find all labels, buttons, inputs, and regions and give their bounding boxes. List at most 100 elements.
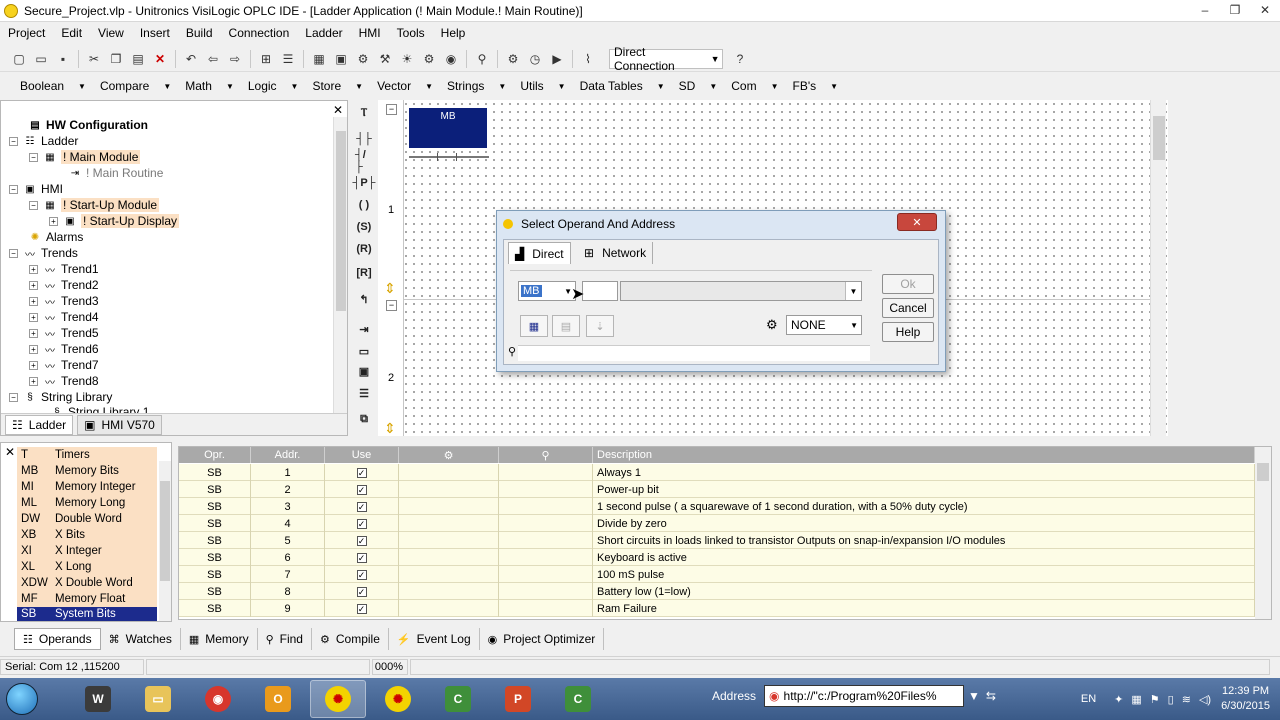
tab-direct[interactable]: ▟ Direct xyxy=(508,242,571,264)
table-row[interactable]: SB 7 ✓ 100 mS pulse xyxy=(179,566,1257,583)
address-input[interactable]: ◉ http://"c:/Program%20Files% xyxy=(764,685,965,707)
menu-fbs[interactable]: FB's ▼ xyxy=(783,79,843,93)
jump-icon[interactable]: ⇥ xyxy=(355,320,373,338)
cell-use[interactable]: ✓ xyxy=(325,532,399,549)
cell-symbol[interactable] xyxy=(399,566,499,583)
cell-use[interactable]: ✓ xyxy=(325,600,399,617)
wire-icon[interactable]: ↰ xyxy=(355,290,373,308)
col-header-opr[interactable]: Opr. xyxy=(179,447,251,463)
net-comment-icon[interactable]: ☰ xyxy=(355,384,373,402)
taskbar-explorer[interactable]: ▭ xyxy=(130,680,186,718)
expand-icon[interactable]: + xyxy=(29,280,38,290)
forward-icon[interactable]: ⇨ xyxy=(226,50,244,68)
list-item[interactable]: XDW X Double Word xyxy=(17,575,157,591)
menu-logic[interactable]: Logic ▼ xyxy=(238,79,303,93)
cell-watch[interactable] xyxy=(499,600,593,617)
cut-icon[interactable]: ✂ xyxy=(85,50,103,68)
cell-symbol[interactable] xyxy=(399,549,499,566)
dialog-search-field[interactable] xyxy=(518,345,870,361)
cell-use[interactable]: ✓ xyxy=(325,481,399,498)
menu-sd[interactable]: SD ▼ xyxy=(669,79,722,93)
cancel-button[interactable]: Cancel xyxy=(882,298,934,318)
compile-icon[interactable]: ⚒ xyxy=(376,50,394,68)
communication-icon[interactable]: ▶ xyxy=(548,50,566,68)
tree-trends[interactable]: − 〰 Trends xyxy=(9,245,78,261)
menu-help[interactable]: Help xyxy=(433,26,474,40)
checkbox-checked-icon[interactable]: ✓ xyxy=(356,569,367,580)
language-indicator[interactable]: EN xyxy=(1081,693,1096,705)
menu-data-tables[interactable]: Data Tables ▼ xyxy=(570,79,669,93)
col-header-use[interactable]: Use xyxy=(325,447,399,463)
list-item[interactable]: DW Double Word xyxy=(17,511,157,527)
cell-symbol[interactable] xyxy=(399,464,499,481)
download-icon[interactable]: ☀ xyxy=(398,50,416,68)
collapse-icon[interactable]: − xyxy=(9,136,18,146)
table-row[interactable]: SB 6 ✓ Keyboard is active xyxy=(179,549,1257,566)
menu-vector[interactable]: Vector ▼ xyxy=(367,79,437,93)
expand-icon[interactable]: + xyxy=(49,216,58,226)
tree-main-routine[interactable]: ⇥ ! Main Routine xyxy=(67,165,164,181)
list-item-selected[interactable]: SB System Bits xyxy=(17,607,157,621)
list-item[interactable]: MB Memory Bits xyxy=(17,463,157,479)
clock-icon[interactable]: ◷ xyxy=(526,50,544,68)
tree-string-library-1[interactable]: § String Library 1 xyxy=(49,405,149,413)
collapse-icon[interactable]: − xyxy=(29,152,38,162)
cell-use[interactable]: ✓ xyxy=(325,498,399,515)
close-button[interactable]: ✕ xyxy=(1250,0,1280,20)
tree-hw-config[interactable]: ▤ HW Configuration xyxy=(27,117,148,133)
minimize-button[interactable]: – xyxy=(1190,0,1220,20)
ladder-scrollbar[interactable] xyxy=(1150,100,1166,436)
cell-use[interactable]: ✓ xyxy=(325,515,399,532)
menu-project[interactable]: Project xyxy=(0,26,53,40)
tray-network-icon[interactable]: ▦ xyxy=(1131,693,1141,706)
find-binoculars-icon[interactable]: ⚲ xyxy=(473,50,491,68)
help-icon[interactable]: ? xyxy=(731,50,749,68)
tree-trend7[interactable]: + 〰 Trend7 xyxy=(29,357,99,373)
online-icon[interactable]: ⚙ xyxy=(504,50,522,68)
tree-hmi[interactable]: − ▣ HMI xyxy=(9,181,63,197)
rung-collapse-icon[interactable]: − xyxy=(386,300,397,311)
tree-trend4[interactable]: + 〰 Trend4 xyxy=(29,309,99,325)
list-item[interactable]: XI X Integer xyxy=(17,543,157,559)
function-block-icon[interactable]: [R] xyxy=(355,264,373,282)
undo-icon[interactable]: ↶ xyxy=(182,50,200,68)
collapse-icon[interactable]: − xyxy=(9,248,18,258)
expand-icon[interactable]: + xyxy=(29,344,38,354)
taskbar-powerpoint[interactable]: P xyxy=(490,680,546,718)
expand-icon[interactable]: + xyxy=(29,376,38,386)
signal-icon[interactable]: ⌇ xyxy=(579,50,597,68)
cell-symbol[interactable] xyxy=(399,532,499,549)
tree-trend3[interactable]: + 〰 Trend3 xyxy=(29,293,99,309)
col-header-description[interactable]: Description xyxy=(593,447,1255,463)
list-item[interactable]: MF Memory Float xyxy=(17,591,157,607)
tree-main-module[interactable]: − ▦ ! Main Module xyxy=(29,149,141,165)
menu-com[interactable]: Com ▼ xyxy=(721,79,782,93)
tree-icon[interactable]: ⊞ xyxy=(257,50,275,68)
cell-watch[interactable] xyxy=(499,532,593,549)
tray-app-icon[interactable]: ✦ xyxy=(1114,693,1123,706)
col-header-watch[interactable]: ⚲ xyxy=(499,447,593,463)
cell-use[interactable]: ✓ xyxy=(325,566,399,583)
cell-use[interactable]: ✓ xyxy=(325,464,399,481)
checkbox-checked-icon[interactable]: ✓ xyxy=(356,603,367,614)
menu-ladder[interactable]: Ladder xyxy=(297,26,350,40)
menu-insert[interactable]: Insert xyxy=(132,26,178,40)
table-row[interactable]: SB 4 ✓ Divide by zero xyxy=(179,515,1257,532)
insert-icon[interactable]: ⇣ xyxy=(586,315,614,337)
contact-p-icon[interactable]: ┤P├ xyxy=(353,174,376,192)
taskbar-visilogic-1[interactable]: ✺ xyxy=(310,680,366,718)
taskbar-outlook[interactable]: O xyxy=(250,680,306,718)
table-row[interactable]: SB 5 ✓ Short circuits in loads linked to tr… xyxy=(179,532,1257,549)
col-header-symbol[interactable]: ⚙ xyxy=(399,447,499,463)
tree-string-library[interactable]: − § String Library xyxy=(9,389,112,405)
cell-watch[interactable] xyxy=(499,498,593,515)
cell-use[interactable]: ✓ xyxy=(325,583,399,600)
table-row[interactable]: SB 3 ✓ 1 second pulse ( a squarewave of 1 s… xyxy=(179,498,1257,515)
new-file-icon[interactable]: ▢ xyxy=(10,50,28,68)
chevron-down-icon[interactable]: ▼ xyxy=(968,689,980,703)
subroutine-icon[interactable]: ⧉ xyxy=(355,410,373,428)
menu-connection[interactable]: Connection xyxy=(221,26,298,40)
cell-symbol[interactable] xyxy=(399,481,499,498)
table-row[interactable]: SB 9 ✓ Ram Failure xyxy=(179,600,1257,617)
tray-volume-icon[interactable]: ◁) xyxy=(1199,693,1211,706)
